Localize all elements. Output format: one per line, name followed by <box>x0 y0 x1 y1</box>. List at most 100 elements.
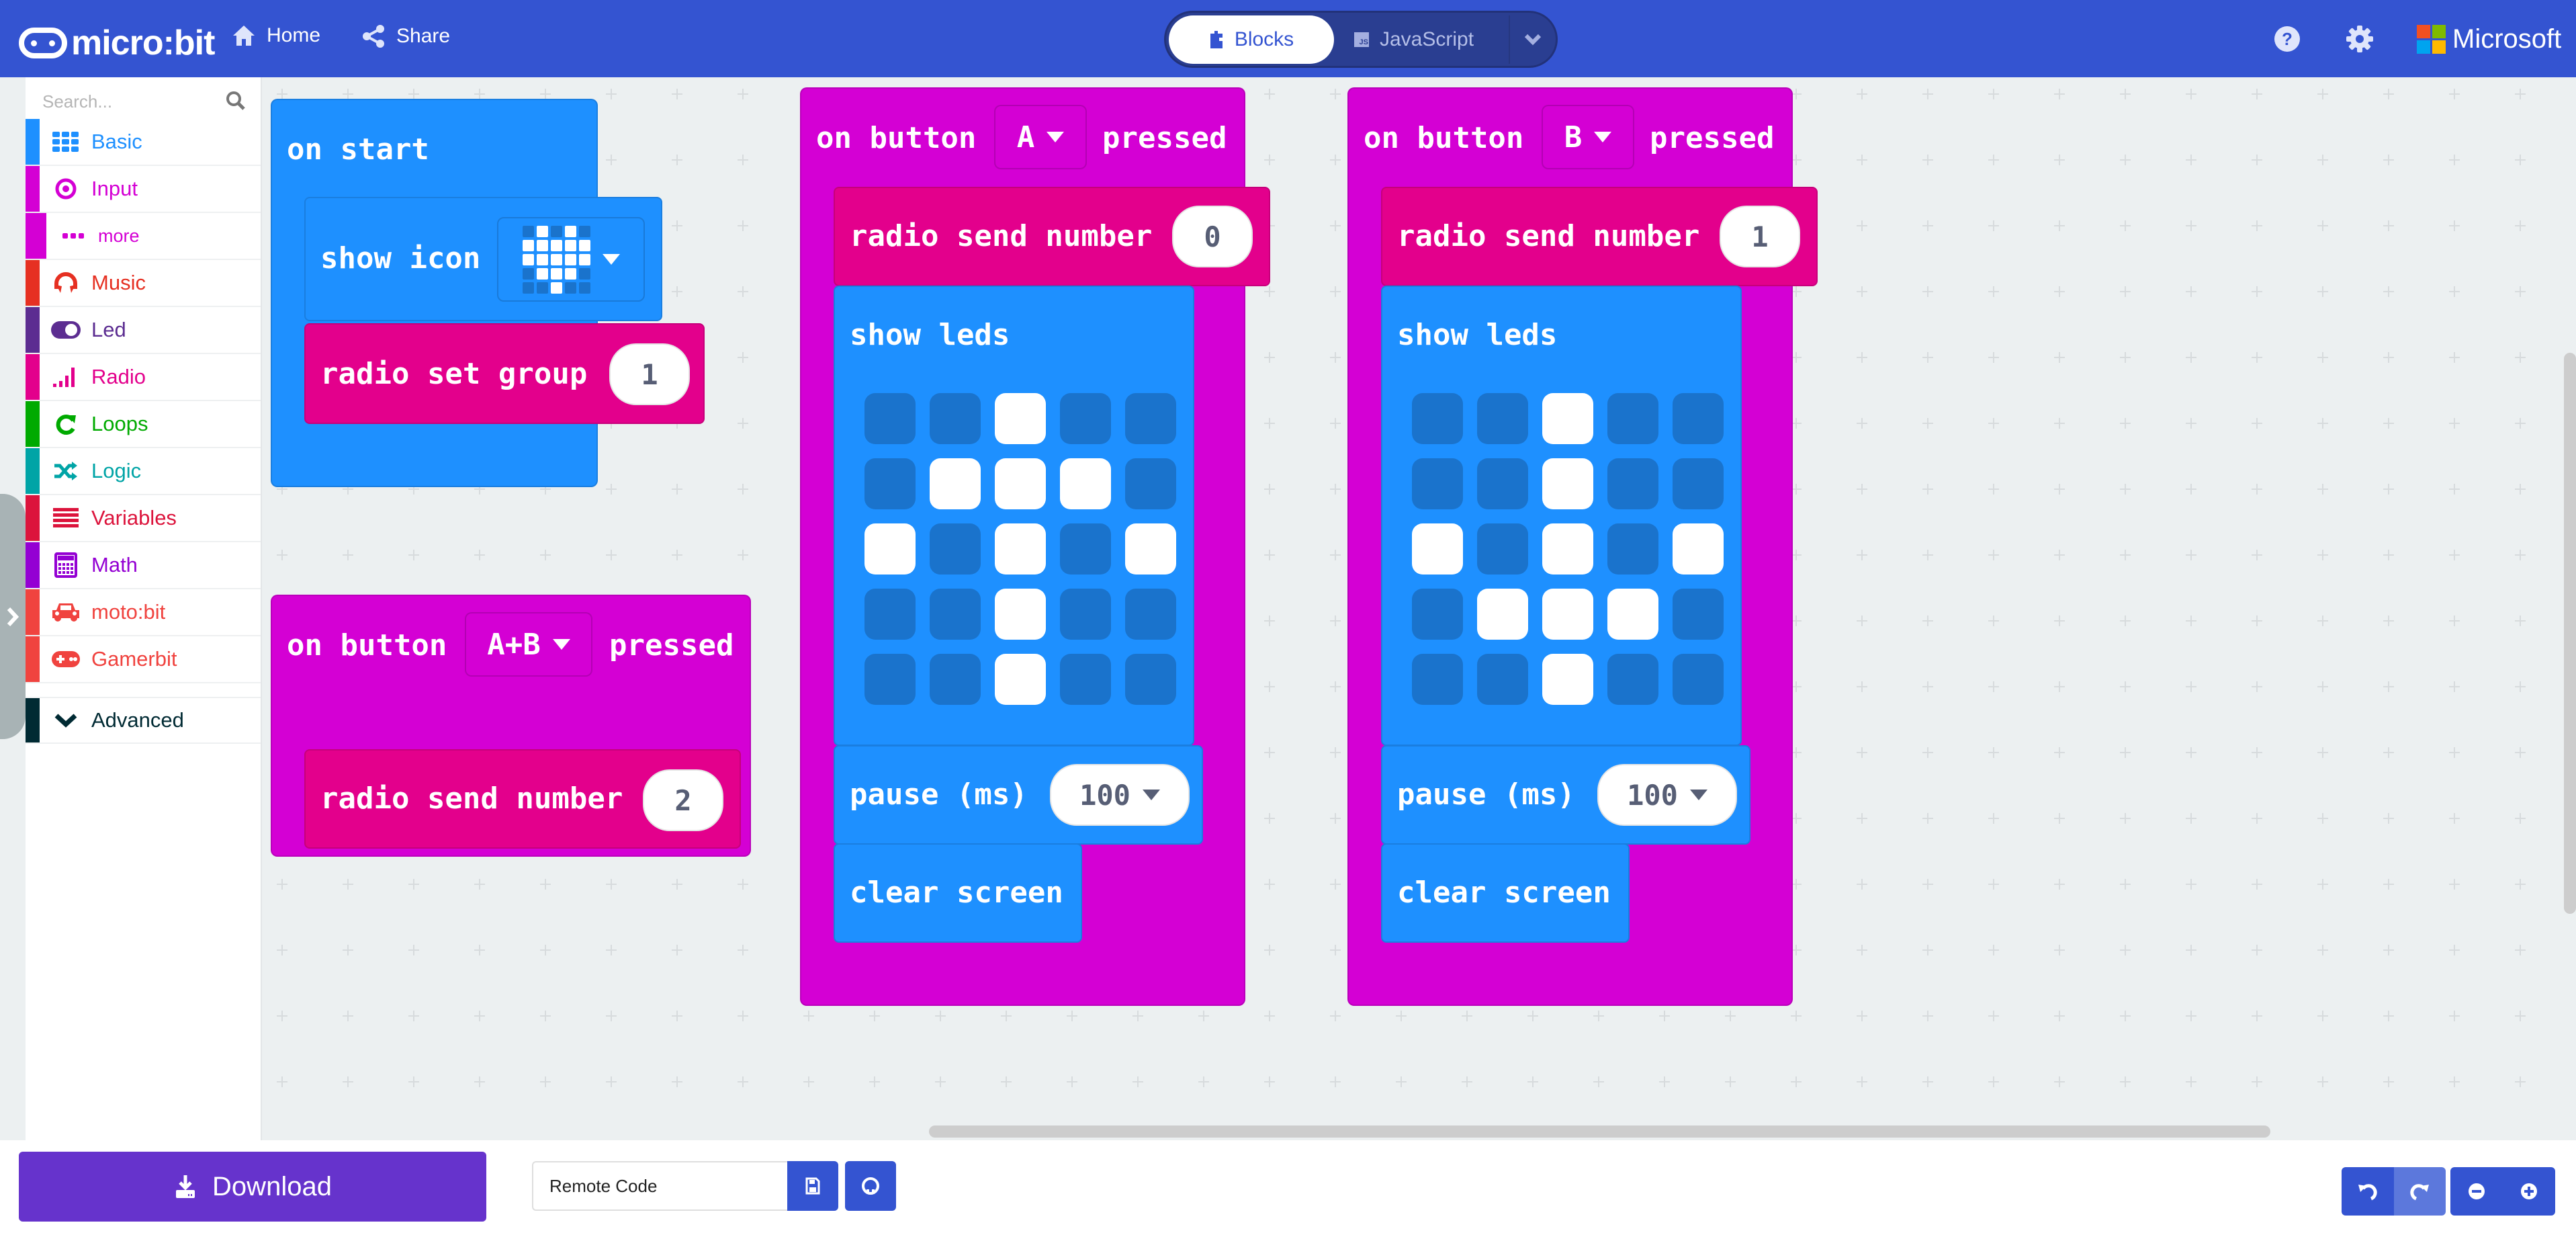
download-button[interactable]: Download <box>19 1152 486 1222</box>
led-0-4[interactable] <box>1125 393 1176 444</box>
led-3-1[interactable] <box>1477 589 1528 640</box>
led-4-4[interactable] <box>1673 654 1724 705</box>
led-2-4[interactable] <box>1673 523 1724 575</box>
toolbox-category-input[interactable]: Input <box>26 166 261 213</box>
send-value-input[interactable]: 2 <box>643 769 723 831</box>
led-0-0[interactable] <box>864 393 916 444</box>
toolbox-category-more[interactable]: more <box>26 213 261 260</box>
on-button-a-dropdown[interactable]: A <box>994 105 1087 169</box>
led-4-4[interactable] <box>1125 654 1176 705</box>
horizontal-scrollbar[interactable] <box>929 1125 2270 1138</box>
led-3-0[interactable] <box>1412 589 1463 640</box>
toolbox-category-math[interactable]: Math <box>26 542 261 589</box>
microsoft-logo[interactable]: Microsoft <box>2417 24 2561 54</box>
led-0-1[interactable] <box>930 393 981 444</box>
on-button-b-radio-send-block[interactable]: radio send number 1 <box>1381 187 1818 286</box>
microbit-logo[interactable]: micro:bit <box>19 23 215 63</box>
led-1-1[interactable] <box>1477 458 1528 509</box>
search-icon[interactable] <box>226 91 246 111</box>
led-1-1[interactable] <box>930 458 981 509</box>
led-2-3[interactable] <box>1607 523 1658 575</box>
led-3-4[interactable] <box>1673 589 1724 640</box>
on-button-b-pause-block[interactable]: pause (ms) 100 <box>1381 745 1750 845</box>
led-0-2[interactable] <box>995 393 1046 444</box>
editor-dropdown-button[interactable] <box>1509 15 1556 64</box>
led-2-3[interactable] <box>1060 523 1111 575</box>
led-3-1[interactable] <box>930 589 981 640</box>
led-2-2[interactable] <box>1542 523 1593 575</box>
led-4-3[interactable] <box>1060 654 1111 705</box>
led-1-0[interactable] <box>1412 458 1463 509</box>
led-4-2[interactable] <box>995 654 1046 705</box>
toolbox-category-advanced[interactable]: Advanced <box>26 697 261 744</box>
led-2-0[interactable] <box>1412 523 1463 575</box>
undo-button[interactable] <box>2342 1167 2394 1216</box>
led-0-1[interactable] <box>1477 393 1528 444</box>
tab-blocks[interactable]: Blocks <box>1169 15 1334 64</box>
on-button-a-clear-screen-block[interactable]: clear screen <box>834 843 1082 943</box>
led-4-0[interactable] <box>864 654 916 705</box>
send-value-input[interactable]: 1 <box>1720 206 1800 267</box>
led-0-2[interactable] <box>1542 393 1593 444</box>
led-3-2[interactable] <box>995 589 1046 640</box>
led-2-1[interactable] <box>930 523 981 575</box>
on-button-a-show-leds-block[interactable]: show leds <box>834 286 1194 746</box>
github-button[interactable] <box>845 1161 896 1211</box>
group-value-input[interactable]: 1 <box>609 343 690 405</box>
zoom-in-button[interactable] <box>2503 1167 2555 1216</box>
led-3-3[interactable] <box>1060 589 1111 640</box>
led-1-2[interactable] <box>995 458 1046 509</box>
search-input[interactable] <box>42 87 217 116</box>
help-button[interactable]: ? <box>2272 24 2302 54</box>
button-ab-dropdown[interactable]: A+B <box>465 612 592 677</box>
led-3-4[interactable] <box>1125 589 1176 640</box>
led-2-1[interactable] <box>1477 523 1528 575</box>
toolbox-category-radio[interactable]: Radio <box>26 354 261 401</box>
pause-value-dropdown[interactable]: 100 <box>1597 764 1737 826</box>
led-1-0[interactable] <box>864 458 916 509</box>
toolbox-category-loops[interactable]: Loops <box>26 401 261 448</box>
led-1-4[interactable] <box>1125 458 1176 509</box>
radio-set-group-block[interactable]: radio set group 1 <box>304 323 705 424</box>
on-button-b-dropdown[interactable]: B <box>1542 105 1634 169</box>
led-0-3[interactable] <box>1060 393 1111 444</box>
on-button-a-pause-block[interactable]: pause (ms) 100 <box>834 745 1203 845</box>
led-2-4[interactable] <box>1125 523 1176 575</box>
send-value-input[interactable]: 0 <box>1172 206 1253 267</box>
led-3-0[interactable] <box>864 589 916 640</box>
toolbox-category-music[interactable]: Music <box>26 260 261 307</box>
led-3-3[interactable] <box>1607 589 1658 640</box>
led-3-2[interactable] <box>1542 589 1593 640</box>
led-4-3[interactable] <box>1607 654 1658 705</box>
led-1-3[interactable] <box>1607 458 1658 509</box>
led-4-0[interactable] <box>1412 654 1463 705</box>
simulator-expand-tab[interactable] <box>0 494 26 739</box>
save-button[interactable] <box>787 1161 838 1211</box>
settings-button[interactable] <box>2345 24 2374 54</box>
project-name-input[interactable] <box>532 1161 787 1211</box>
led-4-1[interactable] <box>1477 654 1528 705</box>
on-button-b-clear-screen-block[interactable]: clear screen <box>1381 843 1630 943</box>
blocks-workspace[interactable]: on start show icon radio set group 1 on … <box>262 77 2576 1140</box>
redo-button[interactable] <box>2393 1167 2446 1216</box>
led-0-3[interactable] <box>1607 393 1658 444</box>
on-button-a-radio-send-block[interactable]: radio send number 0 <box>834 187 1270 286</box>
toolbox-category-moto-bit[interactable]: moto:bit <box>26 589 261 636</box>
on-button-b-show-leds-block[interactable]: show leds <box>1381 286 1742 746</box>
led-0-0[interactable] <box>1412 393 1463 444</box>
led-2-0[interactable] <box>864 523 916 575</box>
led-4-2[interactable] <box>1542 654 1593 705</box>
toolbox-category-led[interactable]: Led <box>26 307 261 354</box>
radio-send-number-block[interactable]: radio send number 2 <box>304 749 741 849</box>
pause-value-dropdown[interactable]: 100 <box>1050 764 1190 826</box>
tab-javascript[interactable]: JS JavaScript <box>1354 15 1474 64</box>
led-0-4[interactable] <box>1673 393 1724 444</box>
led-1-2[interactable] <box>1542 458 1593 509</box>
led-1-4[interactable] <box>1673 458 1724 509</box>
toolbox-category-basic[interactable]: Basic <box>26 119 261 166</box>
zoom-out-button[interactable] <box>2450 1167 2503 1216</box>
toolbox-category-logic[interactable]: Logic <box>26 448 261 495</box>
led-1-3[interactable] <box>1060 458 1111 509</box>
show-icon-block[interactable]: show icon <box>304 197 662 321</box>
share-button[interactable]: Share <box>361 24 450 48</box>
